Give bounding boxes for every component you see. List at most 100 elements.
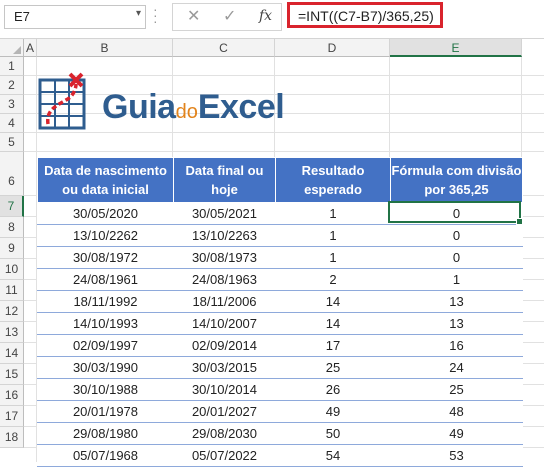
row-header-8[interactable]: 8 [0,217,24,238]
row-header-7[interactable]: 7 [0,196,24,217]
expected-result-cell[interactable]: 1 [275,202,391,225]
end-date-cell[interactable]: 05/07/2022 [173,444,276,467]
expected-result-cell[interactable]: 2 [275,268,391,291]
table-row: 14/10/1993 14/10/2007 14 13 [37,312,523,335]
column-header-c[interactable]: C [173,39,275,57]
formula-result-cell[interactable]: 13 [390,290,523,313]
expected-result-cell[interactable]: 14 [275,312,391,335]
end-date-cell[interactable]: 30/10/2014 [173,378,276,401]
formula-bar-area: E7 ▾ · · · ✕ ✓ fx =INT((C7-B7)/365,25) [0,0,544,39]
row-header-4[interactable]: 4 [0,114,24,133]
header-start-date[interactable]: Data de nascimento ou data inicial [37,157,174,203]
cancel-x-icon[interactable]: ✕ [187,6,200,26]
drag-handle-icon[interactable]: · · · [153,2,159,28]
spreadsheet-logo-icon [38,72,86,130]
start-date-cell[interactable]: 30/10/1988 [37,378,174,401]
end-date-cell[interactable]: 30/05/2021 [173,202,276,225]
table-row: 13/10/2262 13/10/2263 1 0 [37,224,523,247]
select-all-corner[interactable] [0,39,24,57]
row-header-11[interactable]: 11 [0,280,24,301]
expected-result-cell[interactable]: 26 [275,378,391,401]
end-date-cell[interactable]: 30/08/1973 [173,246,276,269]
header-end-date[interactable]: Data final ou hoje [173,157,276,203]
formula-result-cell[interactable]: 24 [390,356,523,379]
start-date-cell[interactable]: 05/07/1968 [37,444,174,467]
start-date-cell[interactable]: 13/10/2262 [37,224,174,247]
formula-result-cell[interactable]: 49 [390,422,523,445]
row-header-6[interactable]: 6 [0,152,24,196]
row-header-16[interactable]: 16 [0,385,24,406]
row-header-9[interactable]: 9 [0,238,24,259]
table-row: 20/01/1978 20/01/2027 49 48 [37,400,523,423]
table-row: 02/09/1997 02/09/2014 17 16 [37,334,523,357]
end-date-cell[interactable]: 24/08/1963 [173,268,276,291]
expected-result-cell[interactable]: 50 [275,422,391,445]
column-header-d[interactable]: D [275,39,390,57]
formula-result-cell[interactable]: 13 [390,312,523,335]
formula-result-cell[interactable]: 53 [390,444,523,467]
end-date-cell[interactable]: 13/10/2263 [173,224,276,247]
row-header-1[interactable]: 1 [0,57,24,76]
start-date-cell[interactable]: 30/03/1990 [37,356,174,379]
end-date-cell[interactable]: 02/09/2014 [173,334,276,357]
end-date-cell[interactable]: 14/10/2007 [173,312,276,335]
column-header-b[interactable]: B [37,39,173,57]
expected-result-cell[interactable]: 1 [275,224,391,247]
formula-result-cell[interactable]: 0 [390,246,523,269]
row-header-2[interactable]: 2 [0,76,24,95]
table-row: 05/07/1968 05/07/2022 54 53 [37,444,523,467]
expected-result-cell[interactable]: 49 [275,400,391,423]
row-header-10[interactable]: 10 [0,259,24,280]
table-row: 30/05/2020 30/05/2021 1 0 [37,202,523,225]
end-date-cell[interactable]: 20/01/2027 [173,400,276,423]
expected-result-cell[interactable]: 17 [275,334,391,357]
start-date-cell[interactable]: 29/08/1980 [37,422,174,445]
expected-result-cell[interactable]: 25 [275,356,391,379]
header-formula-result[interactable]: Fórmula com divisão por 365,25 [390,157,523,203]
table-header-row: Data de nascimento ou data inicial Data … [37,157,523,203]
expected-result-cell[interactable]: 14 [275,290,391,313]
start-date-cell[interactable]: 30/05/2020 [37,202,174,225]
start-date-cell[interactable]: 02/09/1997 [37,334,174,357]
column-header-a[interactable]: A [24,39,37,57]
start-date-cell[interactable]: 14/10/1993 [37,312,174,335]
column-header-e[interactable]: E [390,39,522,57]
row-header-18[interactable]: 18 [0,427,24,448]
formula-input[interactable]: =INT((C7-B7)/365,25) [287,2,443,28]
header-expected-result[interactable]: Resultado esperado [275,157,391,203]
row-header-14[interactable]: 14 [0,343,24,364]
end-date-cell[interactable]: 29/08/2030 [173,422,276,445]
formula-result-cell[interactable]: 16 [390,334,523,357]
formula-result-cell[interactable]: 0 [390,224,523,247]
chevron-down-icon[interactable]: ▾ [136,8,141,19]
row-header-12[interactable]: 12 [0,301,24,322]
table-row: 30/03/1990 30/03/2015 25 24 [37,356,523,379]
row-header-17[interactable]: 17 [0,406,24,427]
guia-do-excel-logo: GuiadoExcel [36,70,306,140]
expected-result-cell[interactable]: 54 [275,444,391,467]
gridline [24,151,544,152]
header-start-date-label: Data de nascimento ou data inicial [44,163,167,197]
row-header-13[interactable]: 13 [0,322,24,343]
header-expected-result-label: Resultado esperado [301,163,365,197]
row-header-15[interactable]: 15 [0,364,24,385]
name-box[interactable]: E7 ▾ [4,5,146,29]
start-date-cell[interactable]: 20/01/1978 [37,400,174,423]
insert-function-fx-icon[interactable]: fx [259,8,272,24]
row-header-5[interactable]: 5 [0,133,24,152]
formula-result-cell[interactable]: 48 [390,400,523,423]
table-row: 30/10/1988 30/10/2014 26 25 [37,378,523,401]
row-header-3[interactable]: 3 [0,95,24,114]
start-date-cell[interactable]: 24/08/1961 [37,268,174,291]
start-date-cell[interactable]: 30/08/1972 [37,246,174,269]
table-row: 29/08/1980 29/08/2030 50 49 [37,422,523,445]
formula-result-cell[interactable]: 25 [390,378,523,401]
formula-result-cell[interactable]: 1 [390,268,523,291]
end-date-cell[interactable]: 18/11/2006 [173,290,276,313]
table-row: 18/11/1992 18/11/2006 14 13 [37,290,523,313]
formula-result-cell[interactable]: 0 [390,202,523,225]
start-date-cell[interactable]: 18/11/1992 [37,290,174,313]
expected-result-cell[interactable]: 1 [275,246,391,269]
end-date-cell[interactable]: 30/03/2015 [173,356,276,379]
enter-check-icon[interactable]: ✓ [223,6,236,26]
